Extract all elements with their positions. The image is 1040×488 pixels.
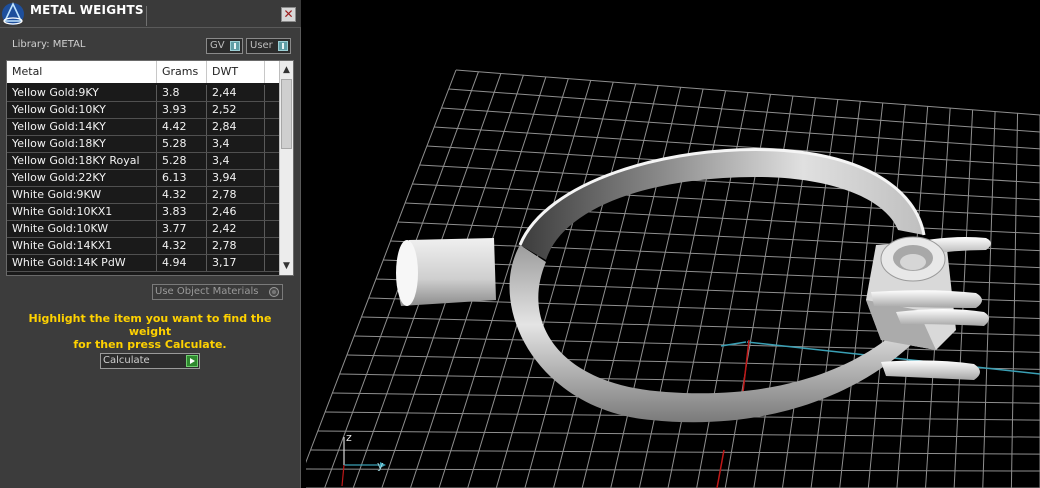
metal-cell: Yellow Gold:22KY (7, 170, 157, 186)
table-body: Yellow Gold:9KY 3.8 2,44 Yellow Gold:10K… (7, 85, 279, 272)
dwt-cell: 2,84 (207, 119, 265, 135)
calculate-button[interactable]: Calculate (100, 353, 200, 369)
scrollbar-thumb[interactable] (281, 79, 292, 149)
user-toggle-label: User (250, 40, 273, 51)
grams-cell: 4.94 (157, 255, 207, 271)
dwt-cell: 3,4 (207, 136, 265, 152)
table-row[interactable]: Yellow Gold:18KY Royal 5.28 3,4 (7, 153, 279, 170)
grid-line (610, 88, 704, 488)
app-window: METAL WEIGHTS ✕ Library: METAL GV User M… (0, 0, 1040, 488)
metal-cell: Yellow Gold:10KY (7, 102, 157, 118)
chevron-down-icon[interactable]: ▼ (280, 259, 293, 273)
x-axis-line-lower (716, 449, 725, 488)
panel-titlebar: METAL WEIGHTS ✕ (0, 0, 301, 28)
dwt-cell: 2,44 (207, 85, 265, 101)
metal-weights-panel: METAL WEIGHTS ✕ Library: METAL GV User M… (0, 0, 301, 488)
table-row[interactable]: White Gold:14K PdW 4.94 3,17 (7, 255, 279, 272)
grams-cell: 4.32 (157, 238, 207, 254)
metal-table: Metal Grams DWT Yellow Gold:9KY 3.8 2,44… (6, 60, 294, 276)
play-icon[interactable] (186, 355, 198, 367)
instruction-line-1: Highlight the item you want to find the … (28, 312, 272, 338)
metal-cell: White Gold:10KW (7, 221, 157, 237)
ring-model[interactable] (396, 148, 991, 423)
user-toggle[interactable]: User (246, 38, 291, 54)
table-scrollbar[interactable]: ▲ ▼ (279, 61, 293, 275)
metal-cell: Yellow Gold:18KY Royal (7, 153, 157, 169)
radio-icon[interactable] (269, 287, 279, 297)
grams-cell: 5.28 (157, 136, 207, 152)
axis-y-label: y (377, 459, 384, 472)
dwt-cell: 2,52 (207, 102, 265, 118)
dwt-cell: 2,78 (207, 238, 265, 254)
panel-title: METAL WEIGHTS (30, 3, 144, 17)
table-row[interactable]: White Gold:10KX1 3.83 2,46 (7, 204, 279, 221)
toggle-switch-icon (278, 41, 288, 51)
grams-cell: 3.8 (157, 85, 207, 101)
column-header-metal[interactable]: Metal (7, 61, 157, 83)
dwt-cell: 3,4 (207, 153, 265, 169)
table-header: Metal Grams DWT (7, 61, 279, 83)
app-logo-icon (1, 1, 25, 27)
use-object-materials-label: Use Object Materials (155, 286, 259, 297)
column-header-grams[interactable]: Grams (157, 61, 207, 83)
table-row[interactable]: White Gold:9KW 4.32 2,78 (7, 187, 279, 204)
grid-line (581, 87, 682, 488)
column-header-dwt[interactable]: DWT (207, 61, 265, 83)
dwt-cell: 2,42 (207, 221, 265, 237)
grams-cell: 5.28 (157, 153, 207, 169)
axis-z-label: z (346, 431, 352, 444)
3d-viewport[interactable]: z y (306, 0, 1040, 488)
metal-cell: Yellow Gold:14KY (7, 119, 157, 135)
grams-cell: 3.83 (157, 204, 207, 220)
table-row[interactable]: Yellow Gold:22KY 6.13 3,94 (7, 170, 279, 187)
dwt-cell: 2,78 (207, 187, 265, 203)
metal-cell: White Gold:14K PdW (7, 255, 157, 271)
close-icon[interactable]: ✕ (281, 7, 296, 22)
gv-toggle[interactable]: GV (206, 38, 243, 54)
grid-line (524, 83, 637, 488)
x-axis-line (742, 339, 750, 393)
metal-cell: White Gold:14KX1 (7, 238, 157, 254)
dwt-cell: 2,46 (207, 204, 265, 220)
grams-cell: 6.13 (157, 170, 207, 186)
table-row[interactable]: Yellow Gold:9KY 3.8 2,44 (7, 85, 279, 102)
metal-cell: White Gold:9KW (7, 187, 157, 203)
instruction-line-2: for then press Calculate. (73, 338, 227, 351)
grams-cell: 3.77 (157, 221, 207, 237)
table-row[interactable]: White Gold:14KX1 4.32 2,78 (7, 238, 279, 255)
table-row[interactable]: Yellow Gold:18KY 5.28 3,4 (7, 136, 279, 153)
metal-cell: Yellow Gold:18KY (7, 136, 157, 152)
grams-cell: 3.93 (157, 102, 207, 118)
library-label: Library: METAL (12, 39, 86, 50)
metal-cell: Yellow Gold:9KY (7, 85, 157, 101)
table-row[interactable]: White Gold:10KW 3.77 2,42 (7, 221, 279, 238)
use-object-materials-option[interactable]: Use Object Materials (152, 284, 283, 300)
chevron-up-icon[interactable]: ▲ (280, 63, 293, 77)
gv-toggle-label: GV (210, 40, 225, 51)
grams-cell: 4.32 (157, 187, 207, 203)
dwt-cell: 3,17 (207, 255, 265, 271)
calculate-label: Calculate (103, 355, 150, 366)
dwt-cell: 3,94 (207, 170, 265, 186)
table-row[interactable]: Yellow Gold:10KY 3.93 2,52 (7, 102, 279, 119)
viewport-canvas (306, 69, 1040, 488)
grid-line (553, 85, 659, 488)
toggle-switch-icon (230, 41, 240, 51)
grams-cell: 4.42 (157, 119, 207, 135)
table-row[interactable]: Yellow Gold:14KY 4.42 2,84 (7, 119, 279, 136)
metal-cell: White Gold:10KX1 (7, 204, 157, 220)
titlebar-divider (146, 6, 147, 26)
instruction-text: Highlight the item you want to find the … (10, 312, 290, 351)
